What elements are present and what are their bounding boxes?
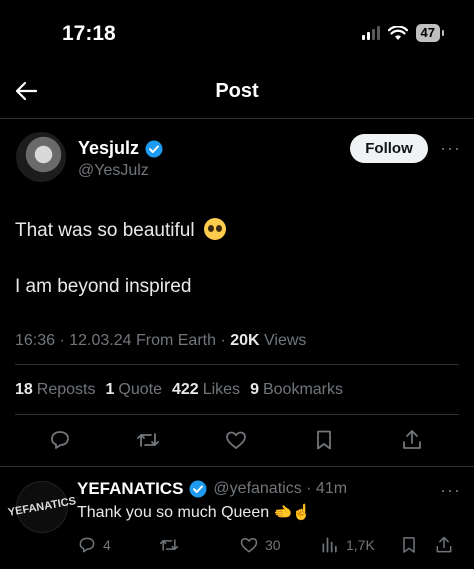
battery-indicator: 47 xyxy=(415,24,445,42)
follow-button[interactable]: Follow xyxy=(350,134,428,163)
reply-body: Thank you so much Queen 🫲☝️ xyxy=(77,503,311,522)
verified-icon xyxy=(145,140,163,157)
views-label: Views xyxy=(264,332,307,349)
reply-replies-count: 4 xyxy=(103,537,111,553)
reply-action-bar: 4 30 1,7K xyxy=(77,535,474,555)
reposts-stat[interactable]: 18 Reposts xyxy=(15,381,96,399)
reply-views-button[interactable]: 1,7K xyxy=(320,535,375,555)
share-icon xyxy=(436,536,452,553)
pleading-face-emoji xyxy=(203,218,226,240)
tweet-text-line-1: That was so beautiful xyxy=(15,220,195,241)
header-divider xyxy=(0,118,474,119)
likes-label: Likes xyxy=(202,381,241,398)
reply-repost-button[interactable] xyxy=(159,535,179,555)
repost-icon xyxy=(159,539,179,551)
more-options-icon[interactable]: ··· xyxy=(440,138,461,159)
bookmarks-count: 9 xyxy=(250,381,259,398)
reposts-count: 18 xyxy=(15,381,33,398)
post-timestamp: 16:36 · 12.03.24 From Earth · xyxy=(15,332,231,349)
reply-icon[interactable] xyxy=(48,428,72,452)
reply-likes-count: 30 xyxy=(265,537,281,553)
author-name-row[interactable]: Yesjulz xyxy=(78,138,163,159)
bookmarks-label: Bookmarks xyxy=(262,381,343,398)
post-action-bar xyxy=(0,428,474,454)
author-name[interactable]: Yesjulz xyxy=(78,138,139,159)
meta-divider xyxy=(15,364,459,365)
post-stats: 18 Reposts 1 Quote 422 Likes 9 Bookmarks xyxy=(15,381,343,399)
verified-icon xyxy=(189,480,207,498)
likes-count: 422 xyxy=(172,381,199,398)
bookmark-icon[interactable] xyxy=(312,428,336,452)
reply-more-options-icon[interactable]: ··· xyxy=(440,480,461,501)
reposts-label: Reposts xyxy=(36,381,96,398)
bookmarks-stat[interactable]: 9 Bookmarks xyxy=(250,381,343,399)
quotes-label: Quote xyxy=(118,381,162,398)
status-icons: 47 xyxy=(361,24,445,42)
wifi-icon xyxy=(387,25,408,40)
like-icon[interactable] xyxy=(224,428,248,452)
reply-avatar[interactable]: YEFANATICS xyxy=(7,476,77,538)
tweet-line-1: That was so beautiful xyxy=(15,218,226,242)
signal-icon xyxy=(361,26,380,40)
reply-text: Thank you so much Queen xyxy=(77,504,270,521)
reply-icon xyxy=(79,537,95,553)
reply-bookmark-button[interactable] xyxy=(399,535,419,555)
reply-header[interactable]: YEFANATICS @yefanatics · 41m xyxy=(77,479,347,499)
actions-divider xyxy=(0,466,474,467)
views-count: 20K xyxy=(230,332,260,349)
reply-like-button[interactable]: 30 xyxy=(239,535,281,555)
stats-divider xyxy=(15,414,459,415)
author-handle[interactable]: @YesJulz xyxy=(78,162,149,180)
post-meta: 16:36 · 12.03.24 From Earth · 20K Views xyxy=(15,332,306,350)
tweet-text-line-2: I am beyond inspired xyxy=(15,276,192,297)
repost-icon[interactable] xyxy=(136,428,160,452)
likes-stat[interactable]: 422 Likes xyxy=(172,381,240,399)
like-icon xyxy=(240,538,258,553)
reply-author-name[interactable]: YEFANATICS xyxy=(77,479,183,499)
quotes-stat[interactable]: 1 Quote xyxy=(106,381,163,399)
reply-reply-button[interactable]: 4 xyxy=(77,535,111,555)
status-time: 17:18 xyxy=(62,22,116,45)
back-arrow-icon[interactable] xyxy=(14,80,38,102)
reply-handle-time[interactable]: @yefanatics · 41m xyxy=(213,480,347,498)
bookmark-icon xyxy=(403,537,415,553)
reply-share-button[interactable] xyxy=(434,535,454,555)
reply-emoji: 🫲☝️ xyxy=(273,504,311,521)
share-icon[interactable] xyxy=(400,428,424,452)
page-title: Post xyxy=(215,80,259,102)
quotes-count: 1 xyxy=(105,381,115,398)
views-icon xyxy=(322,537,337,553)
reply-views-count: 1,7K xyxy=(346,537,375,553)
author-avatar[interactable] xyxy=(16,132,66,182)
